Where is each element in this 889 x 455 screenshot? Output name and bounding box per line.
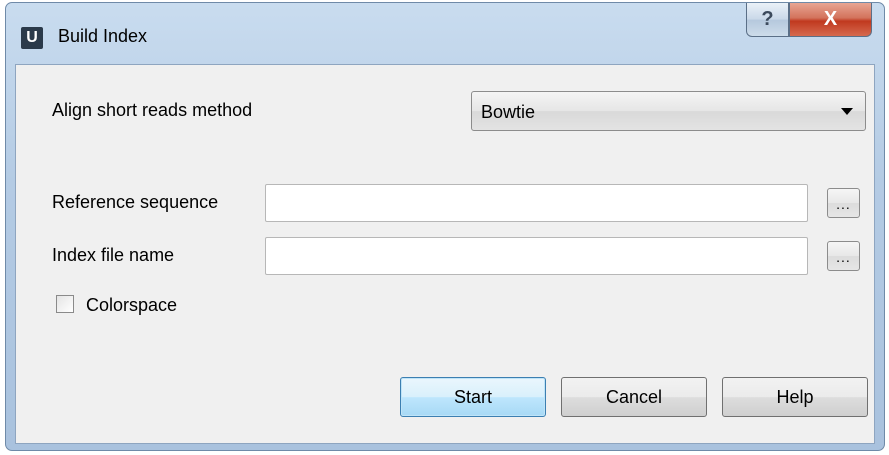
method-label: Align short reads method bbox=[52, 100, 253, 120]
reference-sequence-label: Reference sequence bbox=[52, 192, 219, 212]
method-select-value: Bowtie bbox=[481, 102, 536, 122]
dialog-content: Align short reads method Bowtie Referenc… bbox=[15, 64, 875, 444]
window-title: Build Index bbox=[58, 26, 148, 46]
app-logo-icon: U bbox=[21, 27, 43, 49]
help-icon[interactable]: ? bbox=[746, 3, 789, 37]
help-button[interactable]: Help bbox=[722, 377, 868, 417]
method-select[interactable]: Bowtie bbox=[471, 91, 866, 131]
reference-sequence-input[interactable] bbox=[265, 184, 808, 222]
chevron-down-icon bbox=[841, 108, 853, 115]
index-file-name-input[interactable] bbox=[265, 237, 808, 275]
reference-browse-button[interactable]: ... bbox=[827, 188, 860, 218]
index-file-name-label: Index file name bbox=[52, 245, 175, 265]
index-browse-button[interactable]: ... bbox=[827, 241, 860, 271]
close-icon[interactable]: X bbox=[789, 3, 872, 37]
title-bar[interactable]: U Build Index ? X bbox=[6, 3, 884, 67]
cancel-button[interactable]: Cancel bbox=[561, 377, 707, 417]
colorspace-checkbox[interactable] bbox=[56, 295, 74, 313]
colorspace-label[interactable]: Colorspace bbox=[86, 295, 177, 316]
build-index-dialog: U Build Index ? X Align short reads meth… bbox=[5, 2, 885, 451]
start-button[interactable]: Start bbox=[400, 377, 546, 417]
